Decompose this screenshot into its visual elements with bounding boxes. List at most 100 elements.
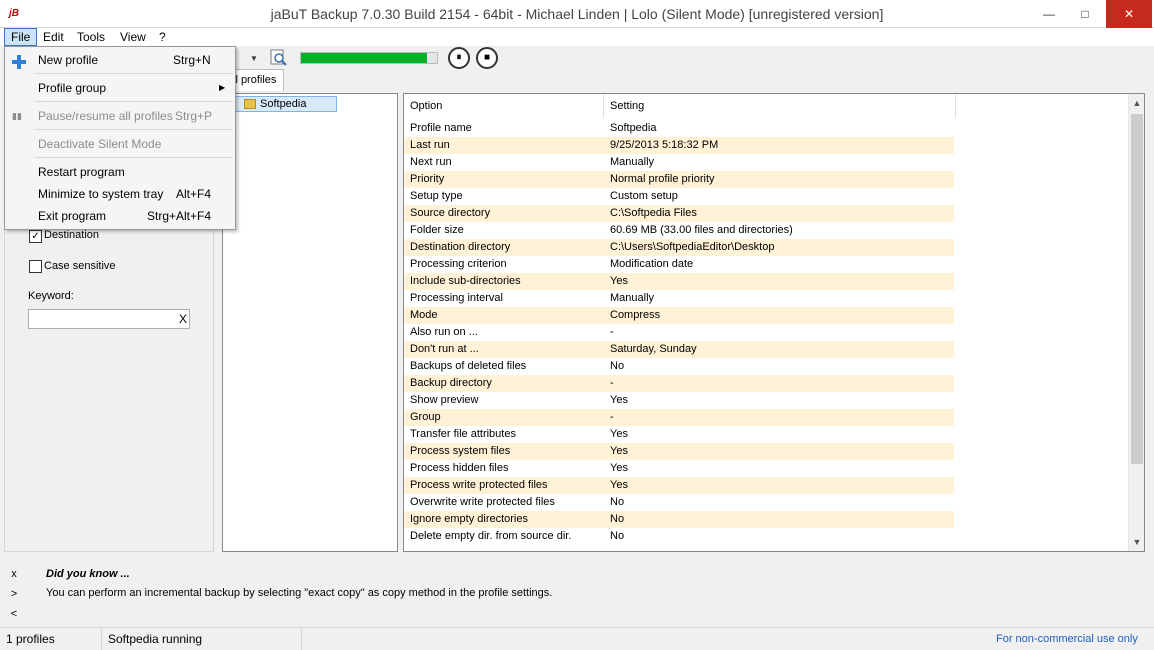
pause-button[interactable]: ⏸ bbox=[448, 47, 470, 69]
cell-setting: Yes bbox=[610, 479, 628, 491]
menu-item-restart-program[interactable]: Restart program bbox=[5, 161, 235, 183]
table-row[interactable]: Next run Manually bbox=[404, 154, 954, 171]
table-row[interactable]: Process system files Yes bbox=[404, 443, 954, 460]
tips-close-button[interactable]: x bbox=[8, 566, 20, 582]
menu-separator bbox=[35, 73, 233, 74]
license-link[interactable]: For non-commercial use only bbox=[996, 628, 1138, 650]
pause-icon: ⏸ bbox=[456, 52, 462, 63]
menu-item-profile-group[interactable]: Profile group ▶ bbox=[5, 77, 235, 99]
cell-option: Process hidden files bbox=[410, 462, 509, 474]
table-row[interactable]: Folder size 60.69 MB (33.00 files and dir… bbox=[404, 222, 954, 239]
column-header-option[interactable]: Option bbox=[404, 94, 604, 118]
table-row[interactable]: Processing interval Manually bbox=[404, 290, 954, 307]
table-row[interactable]: Priority Normal profile priority bbox=[404, 171, 954, 188]
menu-tools[interactable]: Tools bbox=[71, 28, 111, 46]
cell-option: Backup directory bbox=[410, 377, 492, 389]
vertical-scrollbar[interactable]: ▲ ▼ bbox=[1128, 94, 1144, 551]
menu-separator bbox=[35, 157, 233, 158]
menu-item-new-profile[interactable]: New profile Strg+N bbox=[5, 49, 235, 71]
stop-icon: ■ bbox=[483, 52, 491, 63]
table-row[interactable]: Last run 9/25/2013 5:18:32 PM bbox=[404, 137, 954, 154]
cell-option: Profile name bbox=[410, 122, 472, 134]
menu-edit[interactable]: Edit bbox=[37, 28, 70, 46]
cell-setting: - bbox=[610, 377, 614, 389]
dropdown-arrow-icon[interactable]: ▼ bbox=[250, 54, 258, 63]
menu-item-pause-resume[interactable]: ▮▮ Pause/resume all profiles Strg+P bbox=[5, 105, 235, 127]
table-row[interactable]: Transfer file attributes Yes bbox=[404, 426, 954, 443]
table-row[interactable]: Profile name Softpedia bbox=[404, 120, 954, 137]
cell-option: Setup type bbox=[410, 190, 463, 202]
cell-setting: Normal profile priority bbox=[610, 173, 715, 185]
table-row[interactable]: Backups of deleted files No bbox=[404, 358, 954, 375]
table-row[interactable]: Include sub-directories Yes bbox=[404, 273, 954, 290]
file-menu-dropdown: New profile Strg+N Profile group ▶ ▮▮ Pa… bbox=[4, 46, 236, 230]
table-row[interactable]: Processing criterion Modification date bbox=[404, 256, 954, 273]
tips-prev-button[interactable]: < bbox=[8, 606, 20, 622]
preview-search-icon[interactable] bbox=[270, 49, 288, 67]
cell-option: Overwrite write protected files bbox=[410, 496, 555, 508]
cell-option: Mode bbox=[410, 309, 438, 321]
keyword-input[interactable] bbox=[28, 309, 190, 329]
menu-item-minimize-to-tray[interactable]: Minimize to system tray Alt+F4 bbox=[5, 183, 235, 205]
table-row[interactable]: Destination directory C:\Users\SoftpediaE… bbox=[404, 239, 954, 256]
table-row[interactable]: Process hidden files Yes bbox=[404, 460, 954, 477]
scroll-down-icon[interactable]: ▼ bbox=[1129, 535, 1144, 549]
menu-help[interactable]: ? bbox=[153, 28, 172, 46]
table-row[interactable]: Setup type Custom setup bbox=[404, 188, 954, 205]
window-title: jaBuT Backup 7.0.30 Build 2154 - 64bit -… bbox=[270, 6, 884, 22]
cell-option: Don't run at ... bbox=[410, 343, 479, 355]
keyword-clear-button[interactable]: X bbox=[176, 310, 190, 328]
grid-rows: Profile name Softpedia Last run 9/25/2013 5… bbox=[404, 120, 954, 545]
cell-option: Last run bbox=[410, 139, 450, 151]
cell-option: Also run on ... bbox=[410, 326, 478, 338]
menu-item-shortcut: Strg+Alt+F4 bbox=[147, 209, 212, 223]
pause-icon: ▮▮ bbox=[12, 111, 22, 121]
menu-item-shortcut: Strg+N bbox=[173, 53, 211, 67]
table-row[interactable]: Mode Compress bbox=[404, 307, 954, 324]
cell-setting: - bbox=[610, 326, 614, 338]
cell-setting: Manually bbox=[610, 292, 655, 304]
profile-tree: Softpedia bbox=[222, 93, 398, 552]
cell-setting: Saturday, Sunday bbox=[610, 343, 697, 355]
table-row[interactable]: Overwrite write protected files No bbox=[404, 494, 954, 511]
table-row[interactable]: Group - bbox=[404, 409, 954, 426]
table-row[interactable]: Process write protected files Yes bbox=[404, 477, 954, 494]
maximize-button[interactable]: □ bbox=[1068, 0, 1102, 28]
app-icon[interactable]: jB bbox=[6, 6, 22, 22]
cell-setting: Yes bbox=[610, 445, 628, 457]
menu-item-label: Exit program bbox=[38, 209, 107, 223]
tree-node-softpedia[interactable]: Softpedia bbox=[233, 96, 337, 112]
menu-item-deactivate-silent-mode[interactable]: Deactivate Silent Mode bbox=[5, 133, 235, 155]
column-header-setting[interactable]: Setting bbox=[604, 94, 956, 118]
table-row[interactable]: Ignore empty directories No bbox=[404, 511, 954, 528]
table-row[interactable]: Source directory C:\Softpedia Files bbox=[404, 205, 954, 222]
table-row[interactable]: Don't run at ... Saturday, Sunday bbox=[404, 341, 954, 358]
scroll-thumb[interactable] bbox=[1131, 114, 1143, 464]
menu-file[interactable]: File bbox=[4, 28, 38, 46]
tab-all-profiles[interactable]: ll profiles bbox=[228, 69, 284, 91]
table-row[interactable]: Show preview Yes bbox=[404, 392, 954, 409]
table-row[interactable]: Also run on ... - bbox=[404, 324, 954, 341]
destination-checkbox[interactable]: ✓ bbox=[29, 230, 42, 243]
cell-option: Delete empty dir. from source dir. bbox=[410, 530, 572, 542]
table-row[interactable]: Backup directory - bbox=[404, 375, 954, 392]
progress-fill bbox=[301, 53, 427, 63]
cell-setting: No bbox=[610, 496, 625, 508]
menu-view[interactable]: View bbox=[114, 28, 152, 46]
status-bar: 1 profiles Softpedia running For non-com… bbox=[0, 627, 1154, 650]
menu-item-exit-program[interactable]: Exit program Strg+Alt+F4 bbox=[5, 205, 235, 227]
scroll-up-icon[interactable]: ▲ bbox=[1129, 96, 1144, 110]
stop-button[interactable]: ■ bbox=[476, 47, 498, 69]
cell-option: Group bbox=[410, 411, 441, 423]
case-sensitive-checkbox[interactable] bbox=[29, 260, 42, 273]
cell-option: Process system files bbox=[410, 445, 511, 457]
minimize-button[interactable]: — bbox=[1032, 0, 1066, 28]
menu-item-label: Deactivate Silent Mode bbox=[38, 137, 162, 151]
tips-next-button[interactable]: > bbox=[8, 586, 20, 602]
close-button[interactable]: ✕ bbox=[1106, 0, 1152, 28]
case-sensitive-label: Case sensitive bbox=[44, 260, 116, 272]
menu-item-label: Pause/resume all profiles bbox=[38, 109, 173, 123]
menu-item-label: New profile bbox=[38, 53, 99, 67]
table-row[interactable]: Delete empty dir. from source dir. No bbox=[404, 528, 954, 545]
menu-item-label: Minimize to system tray bbox=[38, 187, 164, 201]
